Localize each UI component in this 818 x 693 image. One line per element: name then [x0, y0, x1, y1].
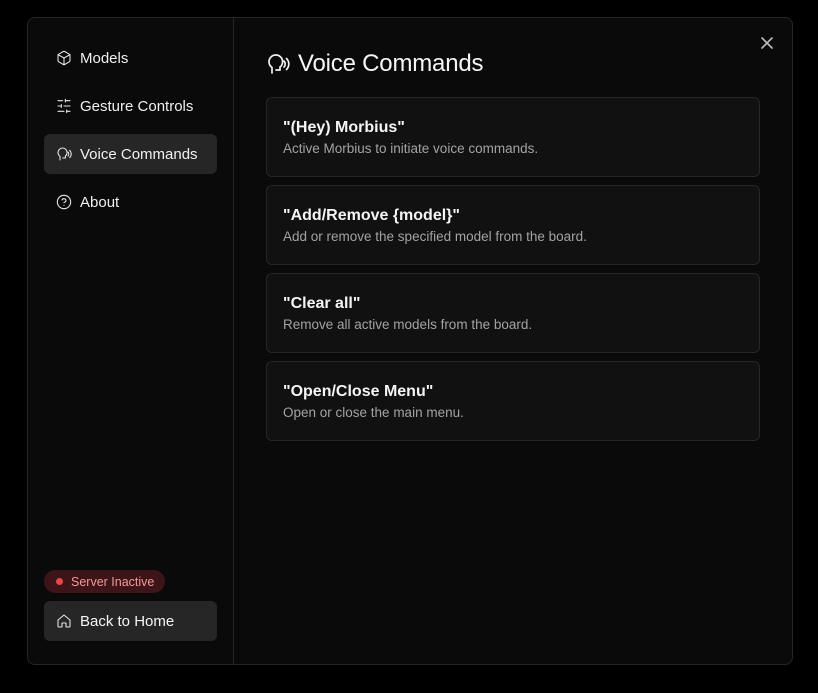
- command-card: "Add/Remove {model}" Add or remove the s…: [266, 185, 760, 265]
- page-header: Voice Commands: [266, 50, 760, 78]
- sidebar-item-voice-commands[interactable]: Voice Commands: [44, 134, 217, 174]
- command-card: "Open/Close Menu" Open or close the main…: [266, 361, 760, 441]
- sidebar-item-about[interactable]: About: [44, 182, 217, 222]
- command-description: Add or remove the specified model from t…: [283, 229, 587, 244]
- sidebar-footer: Server Inactive Back to Home: [44, 570, 217, 641]
- back-to-home-label: Back to Home: [80, 612, 175, 630]
- sliders-icon: [56, 98, 72, 114]
- server-status-label: Server Inactive: [71, 574, 155, 589]
- sidebar-item-label: About: [80, 193, 120, 211]
- back-to-home-button[interactable]: Back to Home: [44, 601, 217, 641]
- server-status-badge: Server Inactive: [44, 570, 166, 593]
- command-description: Remove all active models from the board.: [283, 317, 533, 332]
- sidebar-item-models[interactable]: Models: [44, 38, 217, 78]
- command-description: Active Morbius to initiate voice command…: [283, 141, 539, 156]
- main-content: Voice Commands "(Hey) Morbius" Active Mo…: [234, 18, 792, 664]
- status-dot-icon: [56, 578, 63, 585]
- command-card: "(Hey) Morbius" Active Morbius to initia…: [266, 97, 760, 177]
- close-button[interactable]: [758, 34, 776, 52]
- command-phrase: "Open/Close Menu": [283, 383, 434, 400]
- command-description: Open or close the main menu.: [283, 405, 464, 420]
- settings-dialog: Models Gesture Controls Voice Commands A…: [27, 17, 793, 665]
- sidebar-nav: Models Gesture Controls Voice Commands A…: [44, 38, 217, 222]
- command-phrase: "(Hey) Morbius": [283, 119, 405, 136]
- sidebar-item-label: Gesture Controls: [80, 97, 194, 115]
- sidebar: Models Gesture Controls Voice Commands A…: [28, 18, 234, 664]
- cube-icon: [56, 50, 72, 66]
- home-icon: [56, 613, 72, 629]
- close-icon: [761, 37, 773, 49]
- command-list: "(Hey) Morbius" Active Morbius to initia…: [266, 97, 760, 441]
- command-phrase: "Add/Remove {model}": [283, 207, 460, 224]
- page-title: Voice Commands: [298, 50, 484, 77]
- sidebar-item-label: Models: [80, 49, 129, 67]
- voice-icon: [266, 52, 290, 76]
- command-card: "Clear all" Remove all active models fro…: [266, 273, 760, 353]
- voice-icon: [56, 146, 72, 162]
- sidebar-item-gesture-controls[interactable]: Gesture Controls: [44, 86, 217, 126]
- sidebar-item-label: Voice Commands: [80, 145, 198, 163]
- command-phrase: "Clear all": [283, 295, 361, 312]
- help-circle-icon: [56, 194, 72, 210]
